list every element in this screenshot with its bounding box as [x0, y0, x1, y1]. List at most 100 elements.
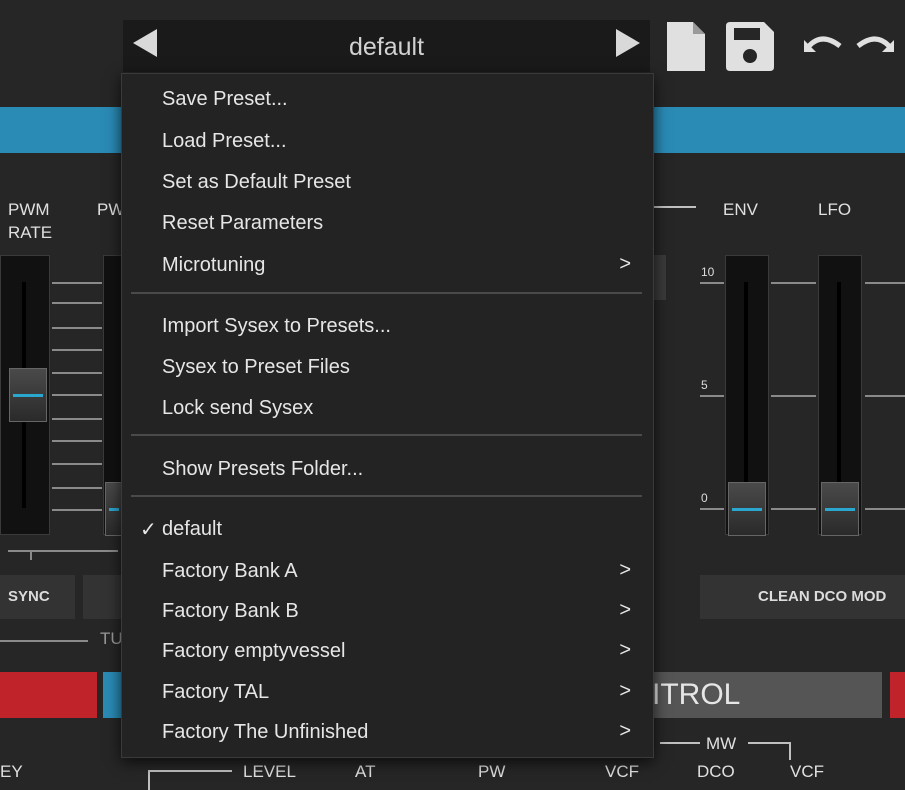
menu-separator — [131, 495, 642, 497]
menu-separator — [131, 434, 642, 436]
bracket-line — [660, 742, 700, 744]
blue-indicator — [103, 672, 121, 718]
menu-item-preset-default[interactable]: ✓ default — [122, 510, 653, 550]
panel-element — [652, 255, 666, 300]
bracket-line — [789, 742, 791, 760]
scale-tick — [700, 395, 724, 397]
scale-tick — [52, 509, 102, 511]
scale-tick — [52, 372, 102, 374]
scale-tick — [52, 327, 102, 329]
scale-tick — [52, 487, 102, 489]
clean-dco-mod-button[interactable]: CLEAN DCO MOD — [700, 575, 905, 619]
menu-item-label: Factory The Unfinished — [162, 721, 369, 743]
slider-handle[interactable] — [9, 368, 47, 422]
scale-tick — [52, 349, 102, 351]
mode-button[interactable] — [83, 575, 121, 619]
menu-item-factory-the-unfinished[interactable]: Factory The Unfinished > — [122, 713, 653, 753]
menu-item-import-sysex[interactable]: Import Sysex to Presets... — [122, 307, 653, 347]
menu-item-label: Factory Bank A — [162, 560, 298, 582]
sync-button[interactable]: SYNC — [0, 575, 75, 619]
menu-item-show-presets-folder[interactable]: Show Presets Folder... — [122, 450, 653, 490]
scale-tick — [52, 418, 102, 420]
key-label: EY — [0, 762, 23, 781]
mw-label: MW — [706, 734, 737, 753]
section-line — [0, 640, 88, 642]
control-heading: ITROL — [652, 678, 741, 711]
control-section-header: ITROL — [652, 672, 882, 718]
lfo-label: LFO — [818, 200, 852, 219]
scale-label-10: 10 — [701, 265, 715, 279]
scale-tick — [865, 282, 905, 284]
clean-dco-mod-label: CLEAN DCO MOD — [758, 588, 887, 605]
menu-item-label: Save Preset... — [162, 88, 288, 110]
menu-item-set-default[interactable]: Set as Default Preset — [122, 163, 653, 203]
scale-tick — [865, 395, 905, 397]
menu-item-save-preset[interactable]: Save Preset... — [122, 80, 653, 120]
red-indicator — [890, 672, 905, 718]
scale-label-0: 0 — [701, 491, 708, 505]
menu-item-label: Lock send Sysex — [162, 397, 314, 419]
panel-bracket-line — [30, 550, 32, 560]
at-label: AT — [355, 762, 376, 781]
submenu-chevron-icon: > — [619, 639, 631, 661]
submenu-chevron-icon: > — [619, 559, 631, 581]
menu-item-factory-bank-a[interactable]: Factory Bank A > — [122, 552, 653, 592]
menu-item-label: Load Preset... — [162, 130, 287, 152]
preset-name-display[interactable]: default — [123, 33, 650, 62]
scale-tick — [700, 508, 724, 510]
rate-label: RATE — [8, 223, 53, 242]
menu-item-label: Import Sysex to Presets... — [162, 315, 391, 337]
menu-item-label: Factory Bank B — [162, 600, 299, 622]
scale-tick — [771, 508, 816, 510]
menu-item-label: Microtuning — [162, 254, 266, 276]
preset-menu: Save Preset... Load Preset... Set as Def… — [121, 73, 654, 758]
scale-tick — [865, 508, 905, 510]
submenu-chevron-icon: > — [619, 599, 631, 621]
vcf-label: VCF — [605, 762, 639, 781]
slider-groove — [744, 282, 748, 508]
vcf-right-label: VCF — [790, 762, 824, 781]
menu-item-label: default — [162, 518, 223, 540]
scale-label-5: 5 — [701, 378, 708, 392]
menu-item-label: Factory emptyvessel — [162, 640, 346, 662]
submenu-chevron-icon: > — [619, 253, 631, 275]
sync-button-label: SYNC — [8, 588, 50, 605]
menu-item-factory-bank-b[interactable]: Factory Bank B > — [122, 592, 653, 632]
scale-tick — [52, 394, 102, 396]
new-document-icon[interactable] — [667, 22, 705, 71]
bracket-line — [148, 770, 150, 790]
menu-item-label: Show Presets Folder... — [162, 458, 364, 480]
dco-label: DCO — [697, 762, 735, 781]
slider-handle[interactable] — [821, 482, 859, 536]
menu-item-microtuning[interactable]: Microtuning > — [122, 246, 653, 286]
slider-groove — [837, 282, 841, 508]
redo-icon[interactable] — [854, 30, 898, 64]
menu-item-lock-send-sysex[interactable]: Lock send Sysex — [122, 389, 653, 429]
section-line — [652, 206, 696, 208]
save-floppy-icon[interactable] — [726, 22, 774, 71]
bracket-line — [148, 770, 232, 772]
submenu-chevron-icon: > — [619, 680, 631, 702]
scale-tick — [771, 395, 816, 397]
scale-tick — [700, 282, 724, 284]
scale-tick — [52, 282, 102, 284]
pwm-label: PWM — [8, 200, 50, 219]
panel-bracket-line — [8, 550, 118, 552]
scale-tick — [771, 282, 816, 284]
menu-item-reset-parameters[interactable]: Reset Parameters — [122, 204, 653, 244]
slider-handle[interactable] — [728, 482, 766, 536]
red-indicator — [0, 672, 97, 718]
menu-item-factory-emptyvessel[interactable]: Factory emptyvessel > — [122, 632, 653, 672]
menu-item-load-preset[interactable]: Load Preset... — [122, 122, 653, 162]
undo-icon[interactable] — [800, 30, 844, 64]
bracket-line — [748, 742, 790, 744]
level-label: LEVEL — [243, 762, 296, 781]
next-preset-icon[interactable] — [616, 29, 640, 57]
scale-tick — [52, 302, 102, 304]
menu-item-factory-tal[interactable]: Factory TAL > — [122, 673, 653, 713]
menu-item-label: Set as Default Preset — [162, 171, 351, 193]
scale-tick — [52, 463, 102, 465]
menu-item-label: Sysex to Preset Files — [162, 356, 350, 378]
tune-label: TU — [100, 629, 123, 648]
menu-item-sysex-to-files[interactable]: Sysex to Preset Files — [122, 348, 653, 388]
